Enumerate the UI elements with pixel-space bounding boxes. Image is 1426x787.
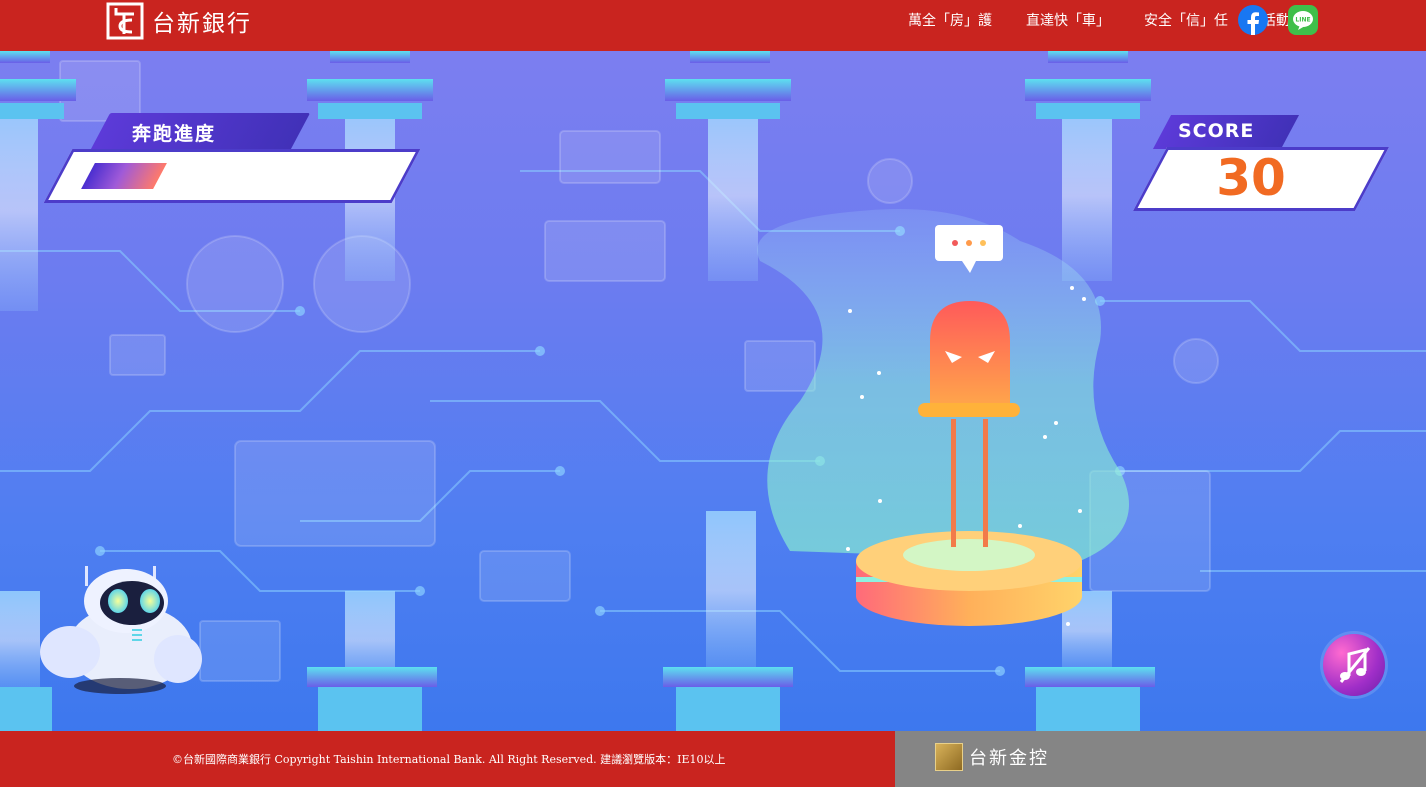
top-header: 台新銀行 萬全「房」護 直達快「車」 安全「信」任 活動辦法 LINE bbox=[0, 0, 1426, 51]
score-label: SCORE bbox=[1178, 120, 1255, 142]
robot-icon bbox=[40, 566, 202, 694]
music-note-icon bbox=[1339, 647, 1371, 683]
progress-bar-fill bbox=[81, 163, 167, 189]
led-platform bbox=[856, 531, 1082, 626]
facebook-share-button[interactable] bbox=[1238, 5, 1268, 36]
brand-name: 台新銀行 bbox=[152, 11, 252, 37]
line-badge-text: LINE bbox=[1295, 17, 1310, 24]
nav-item-house[interactable]: 萬全「房」護 bbox=[908, 10, 992, 30]
holding-name: 台新金控 bbox=[969, 748, 1049, 769]
line-icon: LINE bbox=[1293, 11, 1313, 30]
footer-copyright-area: ©台新國際商業銀行 Copyright Taishin Internationa… bbox=[0, 731, 895, 787]
progress-bar bbox=[81, 163, 335, 189]
footer: ©台新國際商業銀行 Copyright Taishin Internationa… bbox=[0, 731, 1426, 787]
facebook-icon bbox=[1247, 12, 1259, 36]
brand-logo[interactable]: 台新銀行 bbox=[106, 2, 252, 40]
taishin-logo-icon bbox=[106, 2, 144, 40]
footer-holding-area: 台新金控 bbox=[895, 731, 1426, 787]
copyright-text: ©台新國際商業銀行 Copyright Taishin Internationa… bbox=[172, 753, 726, 766]
score-value: 30 bbox=[1216, 149, 1286, 207]
taishin-holding-logo-icon bbox=[935, 743, 963, 771]
taishin-holding-logo[interactable]: 台新金控 bbox=[935, 743, 1049, 771]
nav-item-car[interactable]: 直達快「車」 bbox=[1026, 10, 1110, 30]
score-panel: SCORE 30 bbox=[1120, 111, 1400, 231]
nav-item-credit[interactable]: 安全「信」任 bbox=[1144, 10, 1228, 30]
music-toggle-button[interactable] bbox=[1323, 634, 1385, 696]
game-stage[interactable]: 奔跑進度 SCORE 30 bbox=[0, 51, 1426, 731]
line-share-button[interactable]: LINE bbox=[1288, 5, 1318, 35]
progress-label: 奔跑進度 bbox=[132, 123, 217, 145]
progress-panel: 奔跑進度 bbox=[40, 111, 421, 231]
